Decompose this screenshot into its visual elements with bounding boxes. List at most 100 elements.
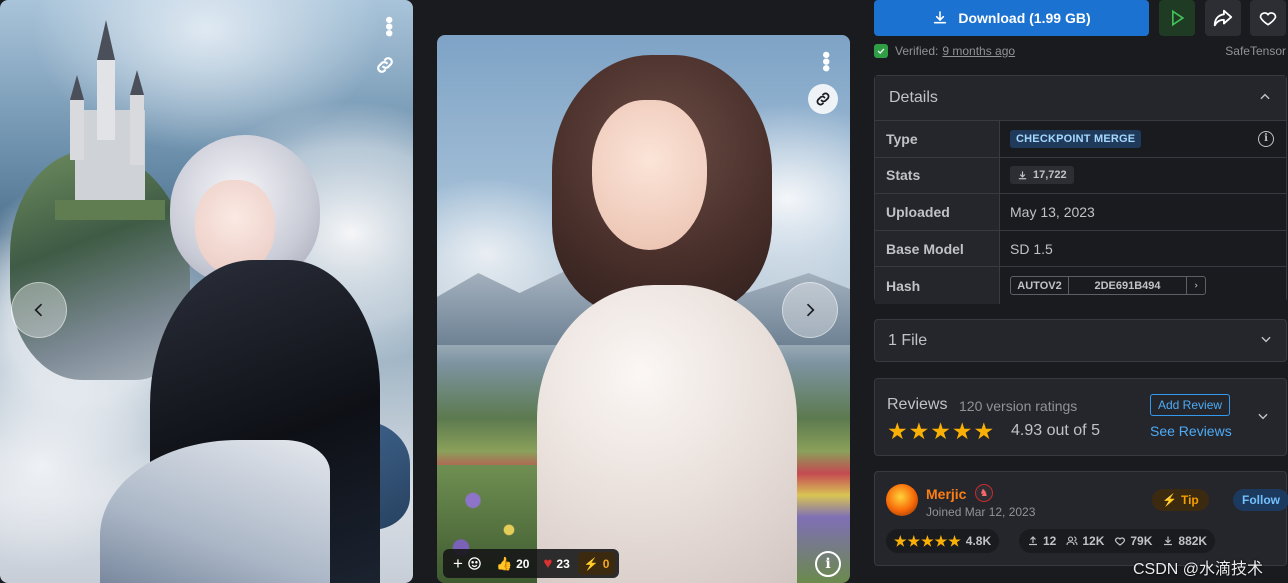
- heart-outline-icon: [1259, 12, 1277, 26]
- watermark-text: CSDN @水滴技术: [1133, 561, 1264, 578]
- favorite-button[interactable]: [1250, 0, 1286, 36]
- hash-selector[interactable]: AUTOV2 2DE691B494: [1010, 276, 1206, 296]
- gallery-image-2[interactable]: ••• i: [437, 35, 850, 583]
- details-panel: Details Type CHECKPOINT MERGE i Stats 17…: [874, 75, 1287, 304]
- scene-face: [592, 100, 707, 250]
- verified-time-link[interactable]: 9 months ago: [942, 44, 1015, 58]
- see-reviews-link[interactable]: See Reviews: [1150, 423, 1232, 439]
- downloads-count: 17,722: [1033, 169, 1067, 182]
- rating-stars: ★★★★★: [894, 532, 962, 549]
- info-icon[interactable]: i: [815, 551, 841, 577]
- lightning-icon: ⚡: [583, 556, 599, 571]
- tip-button[interactable]: ⚡ Tip: [1152, 489, 1209, 511]
- base-model-value: SD 1.5: [1000, 230, 1286, 267]
- chevron-down-icon: [1259, 332, 1273, 349]
- uploads-count: 12: [1043, 534, 1057, 548]
- download-icon: [1164, 536, 1173, 546]
- author-rating: ★★★★★ 4.8K: [886, 529, 1000, 553]
- buzz-reaction[interactable]: ⚡ 0: [577, 552, 616, 575]
- chevron-left-icon: [34, 303, 43, 317]
- hash-algorithm[interactable]: AUTOV2: [1011, 277, 1069, 295]
- followers-count: 12K: [1082, 534, 1105, 548]
- rating-stars: ★★★★★: [887, 418, 996, 444]
- hash-value[interactable]: 2DE691B494: [1069, 277, 1187, 295]
- verified-label: Verified:: [895, 44, 939, 58]
- author-name[interactable]: Merjic: [926, 486, 966, 502]
- add-review-button[interactable]: Add Review: [1150, 394, 1231, 416]
- author-panel: Merjic ♞ Joined Mar 12, 2023 ⚡ Tip Follow…: [874, 471, 1288, 566]
- details-row-hash: Hash AUTOV2 2DE691B494: [875, 267, 1286, 304]
- details-header[interactable]: Details: [875, 76, 1286, 121]
- base-model-key: Base Model: [875, 230, 1000, 267]
- downloads-badge: 17,722: [1010, 166, 1074, 185]
- gallery-image-1[interactable]: •••: [0, 0, 413, 583]
- more-options-icon[interactable]: •••: [374, 14, 402, 38]
- badge-icon: ♞: [975, 484, 993, 502]
- followers-stat: 12K: [1066, 534, 1104, 548]
- heart-count: 23: [556, 556, 570, 571]
- files-label: 1 File: [888, 331, 928, 349]
- plus-icon: +: [453, 553, 463, 573]
- uploaded-value: May 13, 2023: [1000, 194, 1286, 230]
- rating-text: 4.93 out of 5: [1011, 422, 1100, 439]
- verified-row: Verified: 9 months ago SafeTensor: [874, 42, 1286, 60]
- link-icon: [816, 92, 830, 106]
- share-button[interactable]: [1205, 0, 1241, 36]
- follow-button[interactable]: Follow: [1233, 489, 1288, 511]
- buzz-count: 0: [602, 556, 610, 571]
- uploads-stat: 12: [1027, 534, 1056, 548]
- users-icon: [1066, 536, 1078, 546]
- hash-key: Hash: [875, 267, 1000, 304]
- heart-icon: ♥: [543, 555, 553, 572]
- like-reaction[interactable]: 👍 20: [490, 552, 536, 575]
- info-icon[interactable]: i: [1258, 130, 1274, 147]
- run-button[interactable]: [1159, 0, 1195, 36]
- joined-date: Joined Mar 12, 2023: [926, 505, 1036, 519]
- scene-dress: [537, 285, 797, 583]
- thumbs-up-icon: 👍: [495, 555, 513, 571]
- heart-reaction[interactable]: ♥ 23: [537, 552, 575, 575]
- chevron-right-icon[interactable]: [1187, 277, 1205, 294]
- uploaded-key: Uploaded: [875, 194, 1000, 230]
- avatar[interactable]: [886, 484, 918, 516]
- like-count: 20: [516, 556, 530, 571]
- chevron-right-icon: [806, 303, 815, 317]
- next-image-button[interactable]: [782, 282, 838, 338]
- link-button[interactable]: [808, 84, 838, 114]
- author-rating-count: 4.8K: [965, 534, 992, 548]
- type-badge: CHECKPOINT MERGE: [1010, 129, 1142, 148]
- type-key: Type: [875, 121, 1000, 157]
- share-icon: [1213, 9, 1233, 27]
- lightning-icon: ⚡: [1162, 493, 1177, 507]
- reaction-bar: + 👍 20 ♥ 23 ⚡ 0: [443, 549, 620, 578]
- details-title: Details: [889, 89, 938, 106]
- heart-outline-icon: [1115, 537, 1126, 546]
- prev-image-button[interactable]: [11, 282, 67, 338]
- downloads-count: 882K: [1178, 534, 1208, 548]
- reviews-panel: Reviews 120 version ratings ★★★★★ 4.93 o…: [874, 378, 1287, 456]
- likes-stat: 79K: [1114, 534, 1152, 548]
- file-format: SafeTensor: [1225, 44, 1286, 58]
- stats-key: Stats: [875, 157, 1000, 194]
- castle-illustration: [55, 20, 165, 220]
- download-button[interactable]: Download (1.99 GB): [874, 0, 1149, 36]
- ratings-count: 120 version ratings: [959, 398, 1078, 414]
- download-icon: [1018, 171, 1027, 180]
- files-panel[interactable]: 1 File: [874, 319, 1287, 362]
- author-stats: 12 12K 79K 882K: [1019, 529, 1216, 553]
- link-icon[interactable]: [374, 54, 396, 76]
- likes-count: 79K: [1130, 534, 1153, 548]
- chevron-up-icon: [1258, 90, 1272, 107]
- download-icon: [934, 11, 947, 24]
- downloads-stat: 882K: [1162, 534, 1207, 548]
- more-options-icon[interactable]: •••: [811, 49, 839, 73]
- add-reaction-button[interactable]: +: [447, 552, 488, 575]
- play-icon: [1172, 9, 1185, 27]
- tip-label: Tip: [1180, 493, 1199, 507]
- details-row-base-model: Base Model SD 1.5: [875, 230, 1286, 268]
- details-row-uploaded: Uploaded May 13, 2023: [875, 194, 1286, 231]
- upload-icon: [1029, 536, 1037, 546]
- chevron-down-icon[interactable]: [1256, 409, 1270, 428]
- download-label: Download (1.99 GB): [958, 10, 1091, 26]
- reviews-title: Reviews: [887, 396, 948, 413]
